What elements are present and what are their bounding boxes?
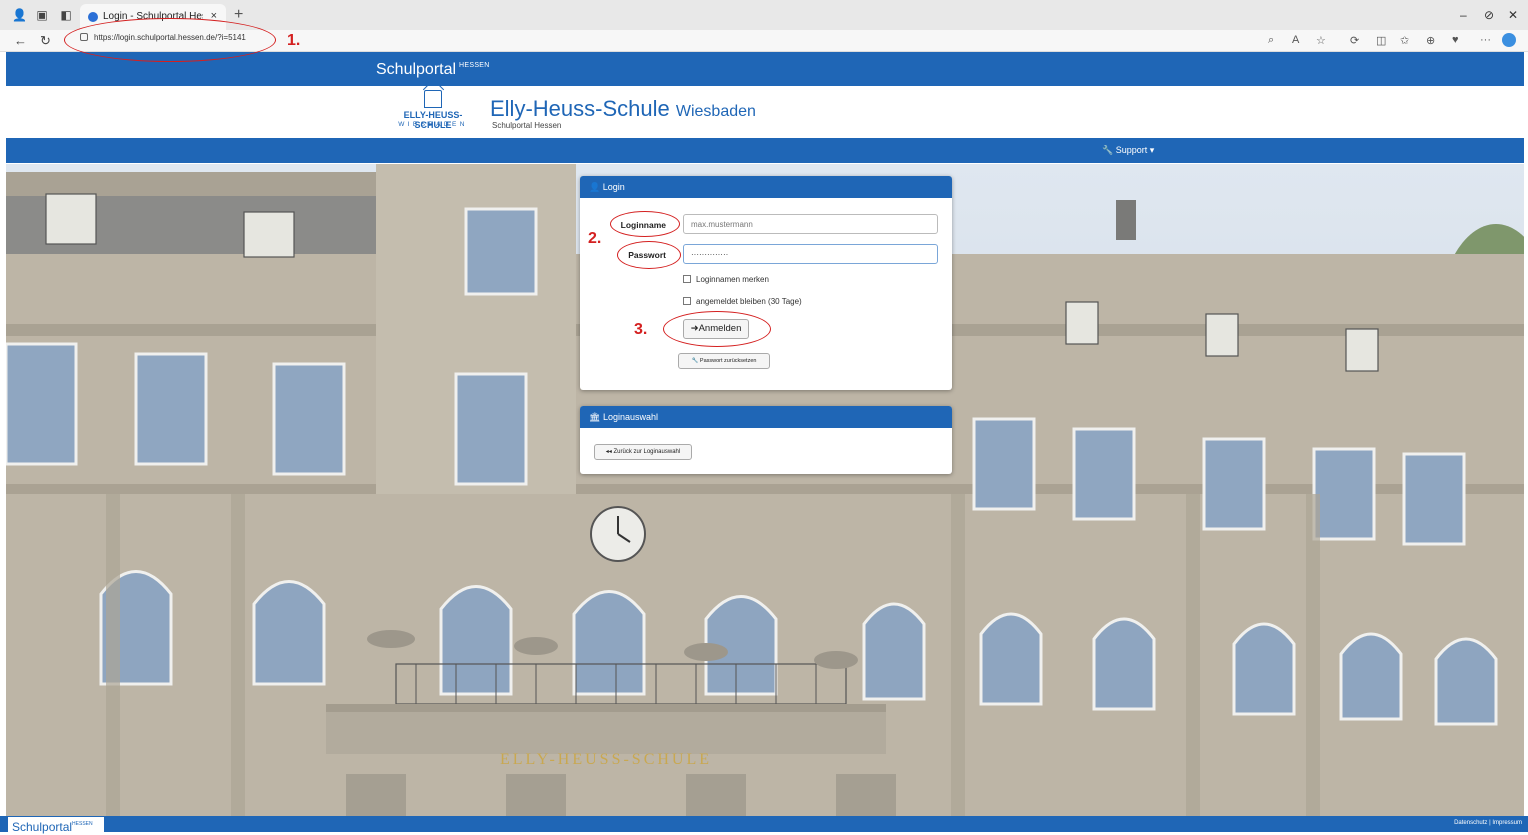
annotation-step3: 3.	[634, 321, 648, 338]
building-inscription: ELLY-HEUSS-SCHULE	[500, 751, 712, 768]
school-subtitle: Schulportal Hessen	[492, 121, 562, 130]
collections-icon[interactable]: ▣	[36, 9, 48, 21]
brand-sup: HESSEN	[459, 62, 490, 69]
password-input[interactable]: ··············	[683, 244, 938, 264]
profile-icon[interactable]: 👤	[12, 9, 27, 21]
school-city: Wiesbaden	[675, 103, 756, 120]
reset-password-button[interactable]: 🔧 Passwort zurücksetzen	[678, 353, 770, 369]
footer-brand[interactable]: SchulportalHESSEN	[8, 817, 104, 834]
school-name: Elly-Heuss-Schule Wiesbaden	[490, 96, 756, 122]
stay-logged-checkbox[interactable]: angemeldet bleiben (30 Tage)	[683, 297, 802, 306]
footer-links[interactable]: Datenschutz | Impressum	[1454, 820, 1522, 826]
collections-toolbar-icon[interactable]: ⊕	[1426, 34, 1435, 47]
backward-icon: ◂◂	[605, 449, 612, 455]
loginauswahl-panel: 🏛 Loginauswahl ◂◂ Zurück zur Loginauswah…	[580, 406, 952, 474]
annotation-oval-username	[610, 211, 680, 237]
tab-actions-icon[interactable]: ◧	[60, 9, 72, 21]
support-label: Support	[1115, 145, 1148, 155]
back-arrow-icon[interactable]: ←	[14, 33, 27, 48]
annotation-oval-password	[617, 241, 681, 269]
school-logo: ELLY-HEUSS-SCHULE WIESBADEN	[388, 90, 478, 132]
checkbox-box[interactable]	[683, 297, 691, 305]
footer-brand-sup: HESSEN	[72, 821, 93, 827]
favorite-star-icon[interactable]: ☆	[1316, 34, 1326, 47]
annotation-step1: 1.	[287, 32, 301, 49]
support-dropdown[interactable]: 🔧 Support ▾	[1102, 145, 1154, 156]
login-panel: 👤 Login Loginname max.mustermann Passwor…	[580, 176, 952, 390]
stay-logged-label: angemeldet bleiben (30 Tage)	[696, 297, 802, 306]
back-to-loginauswahl-button[interactable]: ◂◂ Zurück zur Loginauswahl	[594, 444, 692, 460]
annotation-step2: 2.	[588, 230, 602, 247]
loginauswahl-header: 🏛 Loginauswahl	[580, 406, 952, 428]
portal-brand[interactable]: Schulportal HESSEN	[376, 61, 490, 79]
copilot-icon[interactable]	[1502, 33, 1516, 47]
portal-navbar: 🔧 Support ▾	[6, 138, 1524, 163]
maximize-button[interactable]: ⊘	[1484, 8, 1494, 22]
checkbox-box[interactable]	[683, 275, 691, 283]
back-to-loginauswahl-label: Zurück zur Loginauswahl	[613, 449, 681, 455]
annotation-oval-url	[64, 18, 276, 62]
close-window-button[interactable]: ✕	[1508, 8, 1518, 22]
login-header-text: Login	[602, 182, 625, 192]
split-screen-icon[interactable]: ◫	[1376, 34, 1386, 47]
favorites-icon[interactable]: ✩	[1400, 34, 1409, 47]
site-favicon-icon	[88, 12, 98, 22]
search-icon[interactable]: ⌕	[1268, 34, 1274, 47]
more-menu-icon[interactable]: ···	[1480, 34, 1491, 46]
username-input[interactable]: max.mustermann	[683, 214, 938, 234]
remember-name-checkbox[interactable]: Loginnamen merken	[683, 275, 769, 284]
reload-icon[interactable]: ↻	[40, 33, 51, 49]
reset-password-label: Passwort zurücksetzen	[699, 358, 757, 364]
read-aloud-icon[interactable]: A	[1292, 34, 1299, 46]
portal-footer: SchulportalHESSEN Datenschutz | Impressu…	[0, 816, 1528, 834]
school-header: ELLY-HEUSS-SCHULE WIESBADEN Elly-Heuss-S…	[6, 86, 1524, 136]
brand-text: Schulportal	[376, 61, 457, 78]
minimize-button[interactable]: –	[1460, 8, 1467, 22]
new-tab-button[interactable]: +	[234, 6, 243, 24]
login-panel-header: 👤 Login	[580, 176, 952, 198]
annotation-oval-submit	[663, 311, 771, 347]
logo-line2: WIESBADEN	[398, 121, 468, 128]
extensions-icon[interactable]: ⟳	[1350, 34, 1359, 47]
browser-essentials-icon[interactable]: ♥	[1452, 34, 1459, 46]
remember-name-label: Loginnamen merken	[696, 275, 769, 284]
institution-icon: 🏛	[589, 412, 601, 422]
school-building-icon	[424, 90, 442, 108]
school-name-text: Elly-Heuss-Schule	[490, 96, 670, 121]
wrench-icon: 🔧	[691, 358, 699, 364]
user-icon: 👤	[589, 182, 601, 192]
loginauswahl-header-text: Loginauswahl	[602, 412, 658, 422]
